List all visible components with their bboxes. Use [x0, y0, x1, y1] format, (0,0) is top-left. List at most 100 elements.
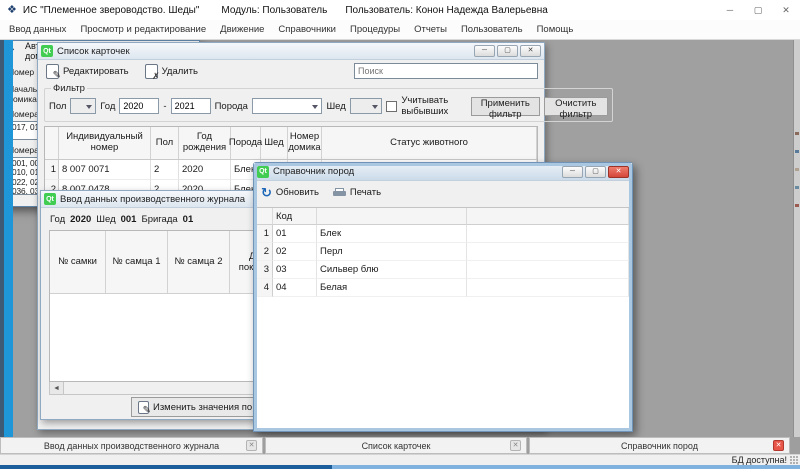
col-male1-number[interactable]: № самца 1: [106, 231, 168, 293]
cell-year: 2020: [179, 160, 231, 180]
filter-group: Фильтр Пол Год - Порода Шед Учитывать вы…: [44, 83, 613, 122]
db-status-label: БД доступна!: [732, 455, 787, 465]
menu-reports[interactable]: Отчеты: [407, 24, 454, 35]
year-to-input[interactable]: [171, 98, 211, 114]
cell-sex: 2: [151, 160, 179, 180]
filter-row: Пол Год - Порода Шед Учитывать выбывших …: [49, 95, 608, 117]
col-individual-number[interactable]: Индивидуальный номер: [59, 127, 151, 159]
tab-close-icon[interactable]: ✕: [510, 440, 521, 451]
maximize-icon[interactable]: ▢: [497, 45, 518, 57]
col-code[interactable]: Код: [273, 208, 317, 225]
search-input[interactable]: [354, 63, 538, 79]
col-breed[interactable]: Порода: [231, 127, 261, 159]
year-dash: -: [163, 101, 166, 112]
tab-close-icon[interactable]: ✕: [246, 440, 257, 451]
resize-grip[interactable]: [790, 456, 798, 464]
cards-toolbar: ✎ Редактировать ✗ Удалить: [38, 60, 544, 83]
breed-row[interactable]: 1 01 Блек: [257, 225, 629, 243]
delete-page-icon: ✗: [145, 64, 158, 79]
row-number: 1: [45, 160, 59, 180]
menu-procedures[interactable]: Процедуры: [343, 24, 407, 35]
edge-artifact: [795, 186, 799, 189]
menu-view-edit[interactable]: Просмотр и редактирование: [73, 24, 213, 35]
breed-row[interactable]: 3 03 Сильвер блю: [257, 261, 629, 279]
tab-journal[interactable]: Ввод данных производственного журнала ✕: [0, 437, 263, 454]
menu-input-data[interactable]: Ввод данных: [2, 24, 73, 35]
include-retired-checkbox[interactable]: [386, 101, 397, 112]
menu-help[interactable]: Помощь: [530, 24, 581, 35]
col-male2-number[interactable]: № самца 2: [168, 231, 230, 293]
journal-year-label: Год: [50, 214, 65, 225]
include-retired-label: Учитывать выбывших: [401, 95, 466, 117]
cell-code: 02: [273, 243, 317, 261]
minimize-icon[interactable]: ─: [474, 45, 495, 57]
edit-button[interactable]: ✎ Редактировать: [46, 64, 129, 79]
filter-group-label: Фильтр: [51, 83, 87, 94]
tab-cards-label: Список карточек: [362, 441, 431, 451]
row-number: 2: [257, 243, 273, 261]
refresh-button-label: Обновить: [276, 187, 319, 198]
breeds-window-titlebar[interactable]: Qt Справочник пород ─ ▢ ✕: [254, 163, 632, 181]
edge-artifact: [795, 132, 799, 135]
window-tab-bar: Ввод данных производственного журнала ✕ …: [0, 437, 800, 454]
application-window: ❖ ИС "Племенное звероводство. Шеды" Моду…: [0, 0, 800, 469]
cell-breed-name: Перл: [317, 243, 467, 261]
pencil-icon: ✎: [143, 406, 151, 416]
col-animal-status[interactable]: Статус животного: [322, 127, 537, 159]
cell-code: 04: [273, 279, 317, 297]
tab-close-icon[interactable]: ✕: [773, 440, 784, 451]
breeds-table-header: Код: [257, 208, 629, 225]
journal-shed-value: 001: [121, 214, 137, 225]
apply-filter-button[interactable]: Применить фильтр: [471, 97, 540, 116]
edit-page-icon: ✎: [46, 64, 59, 79]
col-shed[interactable]: Шед: [261, 127, 288, 159]
delete-x-icon: ✗: [152, 72, 160, 81]
edit-button-label: Редактировать: [63, 66, 129, 77]
main-menubar: Ввод данных Просмотр и редактирование Дв…: [0, 20, 800, 40]
journal-shed-label: Шед: [96, 214, 115, 225]
cards-window-title: Список карточек: [57, 46, 130, 57]
breed-row[interactable]: 2 02 Перл: [257, 243, 629, 261]
col-breed-name[interactable]: [317, 208, 467, 225]
edit-page-icon: ✎: [138, 401, 149, 414]
close-icon[interactable]: ✕: [772, 5, 800, 16]
menu-references[interactable]: Справочники: [271, 24, 343, 35]
app-logo-icon: ❖: [7, 5, 17, 16]
right-window-sliver: [793, 40, 800, 437]
print-button[interactable]: Печать: [333, 187, 381, 198]
col-birth-year[interactable]: Год рождения: [179, 127, 231, 159]
menu-user[interactable]: Пользователь: [454, 24, 530, 35]
cell-id: 8 007 0071: [59, 160, 151, 180]
menu-movement[interactable]: Движение: [213, 24, 271, 35]
window-controls: ─ ▢ ✕: [716, 0, 800, 20]
minimize-icon[interactable]: ─: [716, 5, 744, 15]
maximize-icon[interactable]: ▢: [744, 5, 772, 16]
clear-filter-button[interactable]: Очистить фильтр: [544, 97, 608, 116]
row-number: 3: [257, 261, 273, 279]
tab-cards[interactable]: Список карточек ✕: [265, 437, 527, 454]
breeds-table: Код 1 01 Блек 2 02 Перл 3: [257, 207, 629, 428]
close-icon[interactable]: ✕: [520, 45, 541, 57]
refresh-icon: ↻: [261, 186, 272, 199]
maximize-icon[interactable]: ▢: [585, 166, 606, 178]
delete-button-label: Удалить: [162, 66, 198, 77]
journal-brigade-value: 01: [183, 214, 194, 225]
refresh-button[interactable]: ↻ Обновить: [261, 186, 319, 199]
year-from-input[interactable]: [119, 98, 159, 114]
close-icon[interactable]: ✕: [608, 166, 629, 178]
delete-button[interactable]: ✗ Удалить: [145, 64, 198, 79]
cards-window-titlebar[interactable]: Qt Список карточек ─ ▢ ✕: [38, 43, 544, 60]
breed-combo[interactable]: [252, 98, 323, 114]
col-female-number[interactable]: № самки: [50, 231, 106, 293]
bottom-edge-dark: [0, 465, 332, 469]
shed-combo[interactable]: [350, 98, 383, 114]
sex-combo[interactable]: [70, 98, 96, 114]
col-house-number[interactable]: Номер домика: [288, 127, 322, 159]
minimize-icon[interactable]: ─: [562, 166, 583, 178]
cell-breed-name: Сильвер блю: [317, 261, 467, 279]
scroll-left-icon[interactable]: ◄: [50, 382, 64, 394]
col-sex[interactable]: Пол: [151, 127, 179, 159]
bottom-edge: [0, 465, 800, 469]
breed-row[interactable]: 4 04 Белая: [257, 279, 629, 297]
tab-breeds[interactable]: Справочник пород ✕: [529, 437, 790, 454]
